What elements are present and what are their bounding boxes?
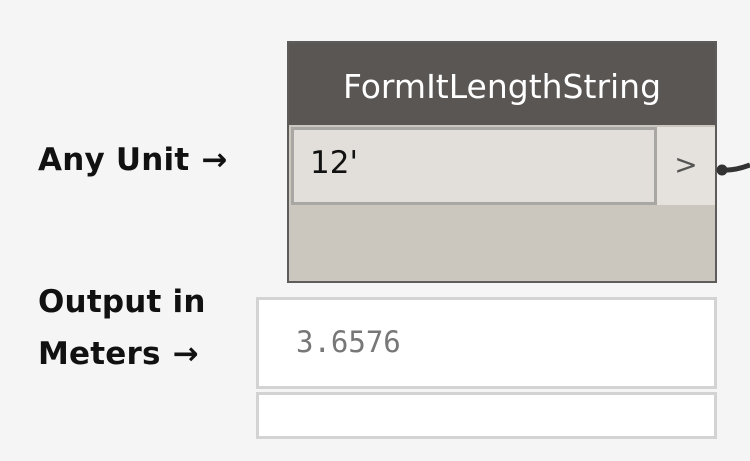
right-arrow-icon: → (201, 142, 228, 178)
output-annotation-line1: Output in (38, 284, 206, 320)
length-input-field[interactable]: 12' (291, 127, 657, 205)
input-annotation-text: Any Unit (38, 142, 190, 178)
output-annotation: Output in Meters → (38, 276, 206, 380)
node-title[interactable]: FormItLengthString (289, 43, 715, 125)
output-preview-bubble: 3.6576 (256, 297, 717, 389)
output-annotation-line2: Meters (38, 336, 161, 372)
output-preview-value: 3.6576 (296, 325, 401, 359)
input-annotation: Any Unit → (38, 142, 228, 178)
formit-length-string-node[interactable]: FormItLengthString 12' > (287, 41, 717, 283)
output-port[interactable]: > (657, 127, 715, 205)
output-annotation-line2-wrap: Meters → (38, 328, 206, 380)
output-wire-connector[interactable] (716, 160, 750, 180)
right-arrow-icon: → (172, 336, 199, 372)
output-preview-footer (256, 392, 717, 439)
